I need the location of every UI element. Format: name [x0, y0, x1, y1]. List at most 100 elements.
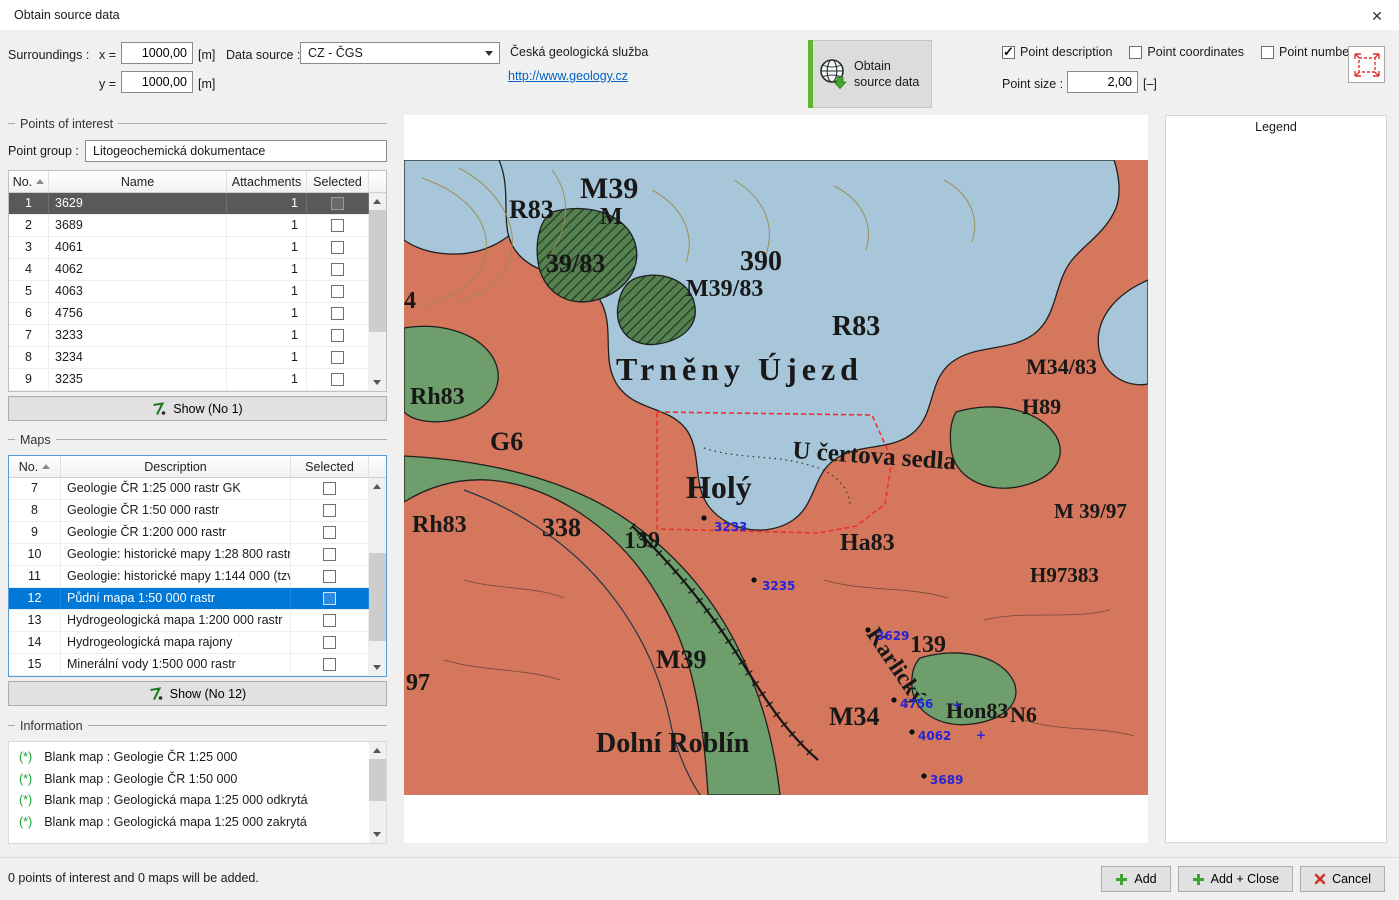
scrollbar-thumb[interactable] — [369, 210, 386, 332]
checkbox-point-number[interactable]: Point number — [1261, 45, 1353, 59]
cancel-button-label: Cancel — [1332, 872, 1371, 886]
map-label: Trněny Újezd — [616, 351, 863, 387]
zoom-extent-icon — [1354, 53, 1380, 77]
point-row[interactable]: 236891 — [9, 215, 369, 237]
add-close-button[interactable]: Add + Close — [1178, 866, 1293, 892]
row-checkbox[interactable] — [323, 482, 336, 495]
checkbox-box[interactable] — [1129, 46, 1142, 59]
map-row[interactable]: 8Geologie ČR 1:50 000 rastr — [9, 500, 369, 522]
geological-map[interactable]: M39R83M39/83390M39/83R83M34/83H89Trněny … — [404, 160, 1148, 795]
show-icon — [152, 402, 166, 416]
map-row[interactable]: 13Hydrogeologická mapa 1:200 000 rastr — [9, 610, 369, 632]
point-row[interactable]: 647561 — [9, 303, 369, 325]
point-label: 3233 — [714, 520, 747, 534]
col-header-no[interactable]: No. — [9, 456, 61, 477]
row-checkbox[interactable] — [323, 548, 336, 561]
info-item: (*)Blank map : Geologická mapa 1:25 000 … — [19, 790, 364, 812]
checkbox-point-coordinates[interactable]: Point coordinates — [1129, 45, 1244, 59]
col-header-no[interactable]: No. — [9, 171, 49, 192]
col-header-description[interactable]: Description — [61, 456, 291, 477]
point-size-input[interactable] — [1067, 71, 1138, 93]
map-row[interactable]: 7Geologie ČR 1:25 000 rastr GK — [9, 478, 369, 500]
zoom-extent-button[interactable] — [1348, 46, 1385, 83]
data-source-dropdown[interactable]: CZ - ČGS — [300, 42, 500, 64]
show-point-label: Show (No 1) — [173, 402, 242, 416]
checkbox-point-description[interactable]: Point description — [1002, 45, 1112, 59]
map-label: M34 — [829, 702, 880, 731]
map-row[interactable]: 11Geologie: historické mapy 1:144 000 (t… — [9, 566, 369, 588]
map-label: 390 — [740, 246, 782, 277]
show-map-button[interactable]: Show (No 12) — [8, 681, 387, 706]
map-row[interactable]: 9Geologie ČR 1:200 000 rastr — [9, 522, 369, 544]
col-header-name[interactable]: Name — [49, 171, 227, 192]
source-url-link[interactable]: http://www.geology.cz — [508, 68, 628, 84]
row-checkbox[interactable] — [323, 592, 336, 605]
scroll-down-icon[interactable] — [369, 659, 386, 676]
point-label: 4756 — [900, 697, 933, 711]
points-section-header: Points of interest — [8, 116, 387, 131]
data-source-label: Data source : — [226, 47, 300, 63]
row-checkbox[interactable] — [331, 373, 344, 386]
show-point-button[interactable]: Show (No 1) — [8, 396, 387, 421]
row-checkbox[interactable] — [331, 219, 344, 232]
row-checkbox[interactable] — [331, 263, 344, 276]
point-row[interactable]: 340611 — [9, 237, 369, 259]
information-section-title: Information — [20, 719, 83, 733]
map-label: G6 — [490, 427, 523, 456]
y-unit: [m] — [198, 76, 215, 92]
map-label: 139 — [624, 528, 660, 554]
green-accent-bar — [808, 40, 813, 108]
plus-icon — [1192, 873, 1205, 886]
row-checkbox[interactable] — [331, 241, 344, 254]
row-checkbox[interactable] — [323, 504, 336, 517]
checkbox-box[interactable] — [1002, 46, 1015, 59]
point-row[interactable]: 540631 — [9, 281, 369, 303]
col-header-selected[interactable]: Selected — [291, 456, 369, 477]
scrollbar-thumb[interactable] — [369, 553, 386, 641]
y-input[interactable] — [121, 71, 193, 93]
maps-scrollbar[interactable] — [369, 478, 386, 676]
point-row[interactable]: 440621 — [9, 259, 369, 281]
point-row[interactable]: 732331 — [9, 325, 369, 347]
col-header-selected[interactable]: Selected — [307, 171, 369, 192]
maps-section-header: Maps — [8, 432, 387, 447]
close-icon[interactable]: ✕ — [1367, 6, 1387, 26]
point-group-dropdown[interactable]: Litogeochemická dokumentace — [85, 140, 387, 162]
scroll-down-icon[interactable] — [369, 374, 386, 391]
map-row[interactable]: 15Minerální vody 1:500 000 rastr — [9, 654, 369, 676]
map-row[interactable]: 14Hydrogeologická mapa rajony — [9, 632, 369, 654]
checkbox-box[interactable] — [1261, 46, 1274, 59]
col-header-attachments[interactable]: Attachments — [227, 171, 307, 192]
row-checkbox[interactable] — [323, 658, 336, 671]
scroll-down-icon[interactable] — [369, 826, 386, 843]
points-scrollbar[interactable] — [369, 193, 386, 391]
row-checkbox[interactable] — [323, 636, 336, 649]
row-checkbox[interactable] — [331, 329, 344, 342]
row-checkbox[interactable] — [323, 526, 336, 539]
point-row[interactable]: 832341 — [9, 347, 369, 369]
map-label: H97383 — [1030, 563, 1099, 587]
row-checkbox[interactable] — [331, 285, 344, 298]
x-input[interactable] — [121, 42, 193, 64]
point-row[interactable]: 136291 — [9, 193, 369, 215]
map-label: 4 — [404, 288, 416, 314]
map-row[interactable]: 12Půdní mapa 1:50 000 rastr — [9, 588, 369, 610]
cancel-button[interactable]: Cancel — [1300, 866, 1385, 892]
row-checkbox[interactable] — [323, 614, 336, 627]
scroll-up-icon[interactable] — [369, 478, 386, 495]
add-button[interactable]: Add — [1101, 866, 1170, 892]
obtain-source-data-button[interactable]: Obtain source data — [808, 40, 932, 108]
row-checkbox[interactable] — [323, 570, 336, 583]
row-checkbox[interactable] — [331, 197, 344, 210]
map-row[interactable]: 10Geologie: historické mapy 1:28 800 ras… — [9, 544, 369, 566]
row-checkbox[interactable] — [331, 307, 344, 320]
row-checkbox[interactable] — [331, 351, 344, 364]
maps-table: No. Description Selected 7Geologie ČR 1:… — [8, 455, 387, 677]
info-scrollbar[interactable] — [369, 742, 386, 843]
point-row[interactable]: 932351 — [9, 369, 369, 391]
point-size-unit: [–] — [1143, 76, 1157, 92]
map-label: M 39/97 — [1054, 499, 1127, 523]
scroll-up-icon[interactable] — [369, 193, 386, 210]
scroll-up-icon[interactable] — [369, 742, 386, 759]
scrollbar-thumb[interactable] — [369, 759, 386, 801]
